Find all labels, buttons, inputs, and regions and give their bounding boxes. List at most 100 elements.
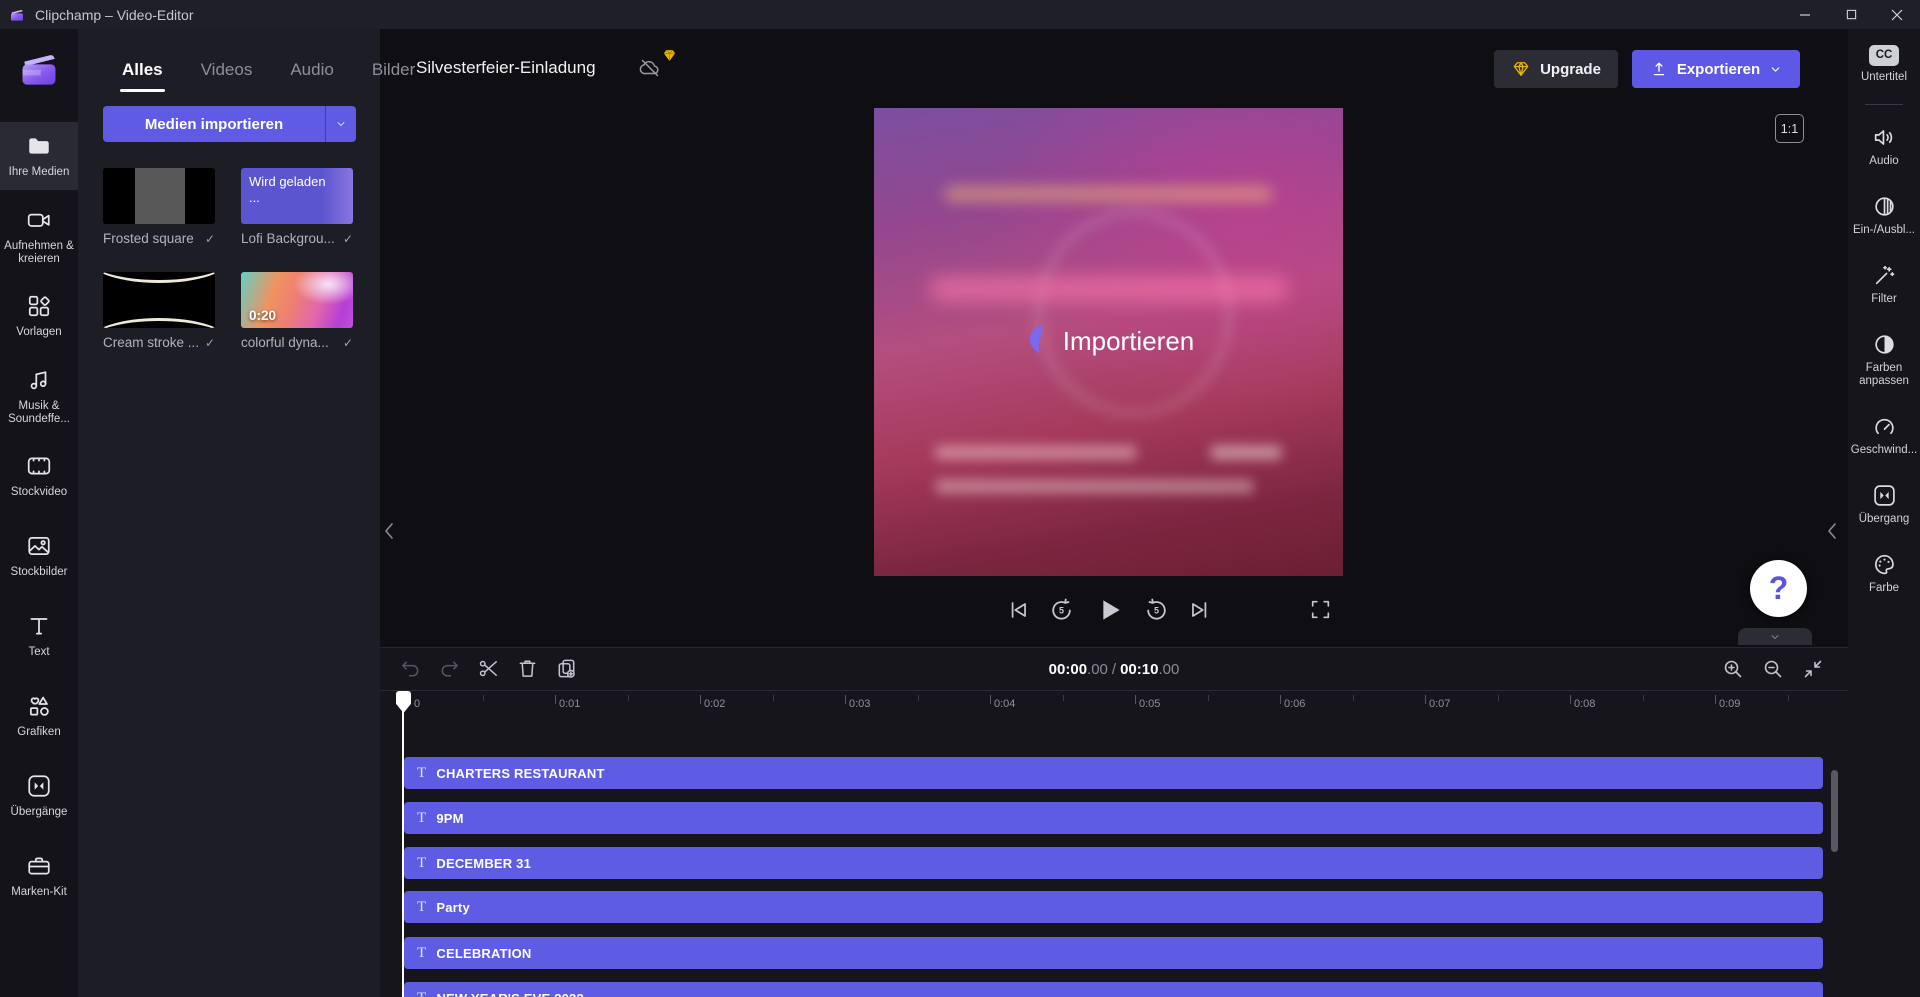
sidebar-item-uebergaenge[interactable]: Übergänge [0, 762, 78, 830]
ruler-label: 0:04 [994, 698, 1016, 710]
import-media-button[interactable]: Medien importieren [103, 106, 325, 142]
import-toast-label: Importieren [1062, 325, 1195, 356]
timeline-track-text[interactable]: T CHARTERS RESTAURANT [404, 757, 1823, 789]
track-label: Party [436, 899, 470, 915]
upgrade-button[interactable]: Upgrade [1494, 50, 1618, 88]
play-button[interactable] [1092, 593, 1126, 627]
skip-end-button[interactable] [1187, 597, 1213, 623]
sidebar-item-stockvideo[interactable]: Stockvideo [0, 442, 78, 510]
brand-kit-icon [28, 857, 50, 875]
cloud-offline-icon [639, 59, 659, 77]
timeline-track-text[interactable]: T 9PM [404, 802, 1823, 834]
sidebar-item-label: Ihre Medien [8, 166, 70, 178]
loading-label: Wird geladen ... [249, 174, 326, 205]
close-button[interactable] [1874, 0, 1920, 29]
sidebar-item-label: Vorlagen [16, 326, 62, 338]
timeline-track-text[interactable]: T CELEBRATION [404, 937, 1823, 969]
transitions-icon [28, 775, 50, 797]
timeline-vertical-scrollbar[interactable] [1831, 770, 1838, 852]
panel-item-untertitel[interactable]: CC Untertitel [1848, 45, 1920, 84]
ruler-minor-tick [1642, 695, 1644, 701]
minimize-button[interactable] [1782, 0, 1828, 29]
fit-timeline-button[interactable] [1801, 657, 1825, 681]
sidebar-item-musik[interactable]: Musik & Soundeffe... [0, 362, 78, 430]
zoom-in-button[interactable] [1721, 657, 1745, 681]
blurred-title-line [929, 276, 1288, 302]
media-tabs: Alles Videos Audio Bilder [120, 60, 415, 92]
ruler-major-tick [700, 695, 701, 704]
aspect-ratio-badge[interactable]: 1:1 [1775, 114, 1804, 143]
time-separator: / [1111, 661, 1117, 678]
help-collapse-tab[interactable] [1738, 628, 1812, 645]
sidebar-item-label: Übergänge [10, 806, 68, 818]
ruler-major-tick [1570, 695, 1571, 704]
timeline-track-text[interactable]: T DECEMBER 31 [404, 847, 1823, 879]
timeline-track-text[interactable]: T Party [404, 891, 1823, 923]
text-icon: T [417, 854, 427, 871]
left-nav-rail: Ihre Medien Aufnehmen & kreieren Vorlage… [0, 29, 78, 997]
diamond-icon [1513, 62, 1529, 76]
chevron-down-icon [1771, 66, 1780, 72]
ruler-minor-tick [1062, 695, 1064, 701]
panel-item-label: Übergang [1858, 513, 1910, 525]
clipchamp-logo[interactable] [17, 47, 61, 91]
current-time: 00:00 [1048, 661, 1088, 678]
ruler-minor-tick [772, 695, 774, 701]
tab-audio[interactable]: Audio [290, 60, 333, 80]
ruler-major-tick [555, 695, 556, 704]
collapse-media-panel-handle[interactable] [381, 516, 397, 546]
timeline-ruler[interactable]: 0 0:01 0:02 0:03 0:04 0:05 0:06 0:07 0:08 0:09 [380, 690, 1848, 723]
palette-icon [1874, 554, 1894, 575]
media-thumbnail[interactable]: 0:20 [241, 272, 353, 328]
media-thumbnail[interactable] [103, 168, 215, 224]
ruler-minor-tick [1207, 695, 1209, 701]
ruler-major-tick [1280, 695, 1281, 704]
text-icon: T [417, 809, 427, 826]
panel-item-audio[interactable]: Audio [1848, 125, 1920, 168]
expand-properties-panel-handle[interactable] [1824, 516, 1840, 546]
tab-videos[interactable]: Videos [201, 60, 253, 80]
window-title: Clipchamp – Video-Editor [35, 6, 194, 23]
sidebar-item-stockbilder[interactable]: Stockbilder [0, 522, 78, 590]
panel-item-uebergang[interactable]: Übergang [1848, 483, 1920, 526]
ruler-minor-tick [917, 695, 919, 701]
timeline-track-text[interactable]: T NEW YEAR'S EVE 2022 [404, 982, 1823, 997]
media-thumbnail[interactable] [103, 272, 215, 328]
tab-alles[interactable]: Alles [120, 60, 165, 92]
sidebar-item-grafiken[interactable]: Grafiken [0, 682, 78, 750]
media-card-frosted-square: Frosted square ✓ [103, 168, 215, 246]
timeline-panel: 00:00.00/00:10.00 0 0:01 0:02 0:03 0:04 0:05 0… [380, 647, 1848, 997]
duration-badge: 0:20 [249, 308, 277, 323]
upgrade-label: Upgrade [1540, 60, 1601, 78]
rewind-5s-button[interactable]: 5 [1048, 597, 1075, 624]
panel-item-geschwindigkeit[interactable]: Geschwind... [1848, 414, 1920, 457]
help-button[interactable]: ? [1750, 560, 1807, 617]
skip-start-button[interactable] [1005, 597, 1031, 623]
video-preview[interactable]: Importieren [874, 108, 1343, 576]
sidebar-item-text[interactable]: Text [0, 602, 78, 670]
zoom-out-button[interactable] [1761, 657, 1785, 681]
project-title[interactable]: Silvesterfeier-Einladung [416, 58, 596, 78]
tab-bilder[interactable]: Bilder [372, 60, 415, 80]
sidebar-item-vorlagen[interactable]: Vorlagen [0, 282, 78, 350]
sidebar-item-label: Musik & Soundeffe... [8, 399, 70, 425]
fullscreen-button[interactable] [1308, 597, 1333, 622]
panel-item-farbe[interactable]: Farbe [1848, 552, 1920, 595]
sidebar-item-marken-kit[interactable]: Marken-Kit [0, 842, 78, 910]
panel-item-filter[interactable]: Filter [1848, 263, 1920, 306]
divider [1865, 104, 1903, 105]
sidebar-item-ihre-medien[interactable]: Ihre Medien [0, 122, 78, 190]
panel-item-farben-anpassen[interactable]: Farben anpassen [1848, 332, 1920, 388]
forward-5s-button[interactable]: 5 [1143, 597, 1170, 624]
import-media-dropdown[interactable] [325, 106, 356, 142]
import-toast: Importieren [874, 323, 1343, 359]
maximize-button[interactable] [1828, 0, 1874, 29]
media-thumbnail[interactable]: Wird geladen ... [241, 168, 353, 224]
panel-item-label: Geschwind... [1850, 444, 1918, 456]
panel-item-ein-ausblenden[interactable]: Ein-/Ausbl... [1848, 194, 1920, 237]
media-card-lofi-background: Wird geladen ... Lofi Backgrou... ✓ [241, 168, 353, 246]
sidebar-item-aufnehmen[interactable]: Aufnehmen & kreieren [0, 202, 78, 270]
ruler-major-tick [1135, 695, 1136, 704]
export-button[interactable]: Exportieren [1632, 50, 1800, 88]
clipchamp-logo-small [11, 9, 23, 21]
